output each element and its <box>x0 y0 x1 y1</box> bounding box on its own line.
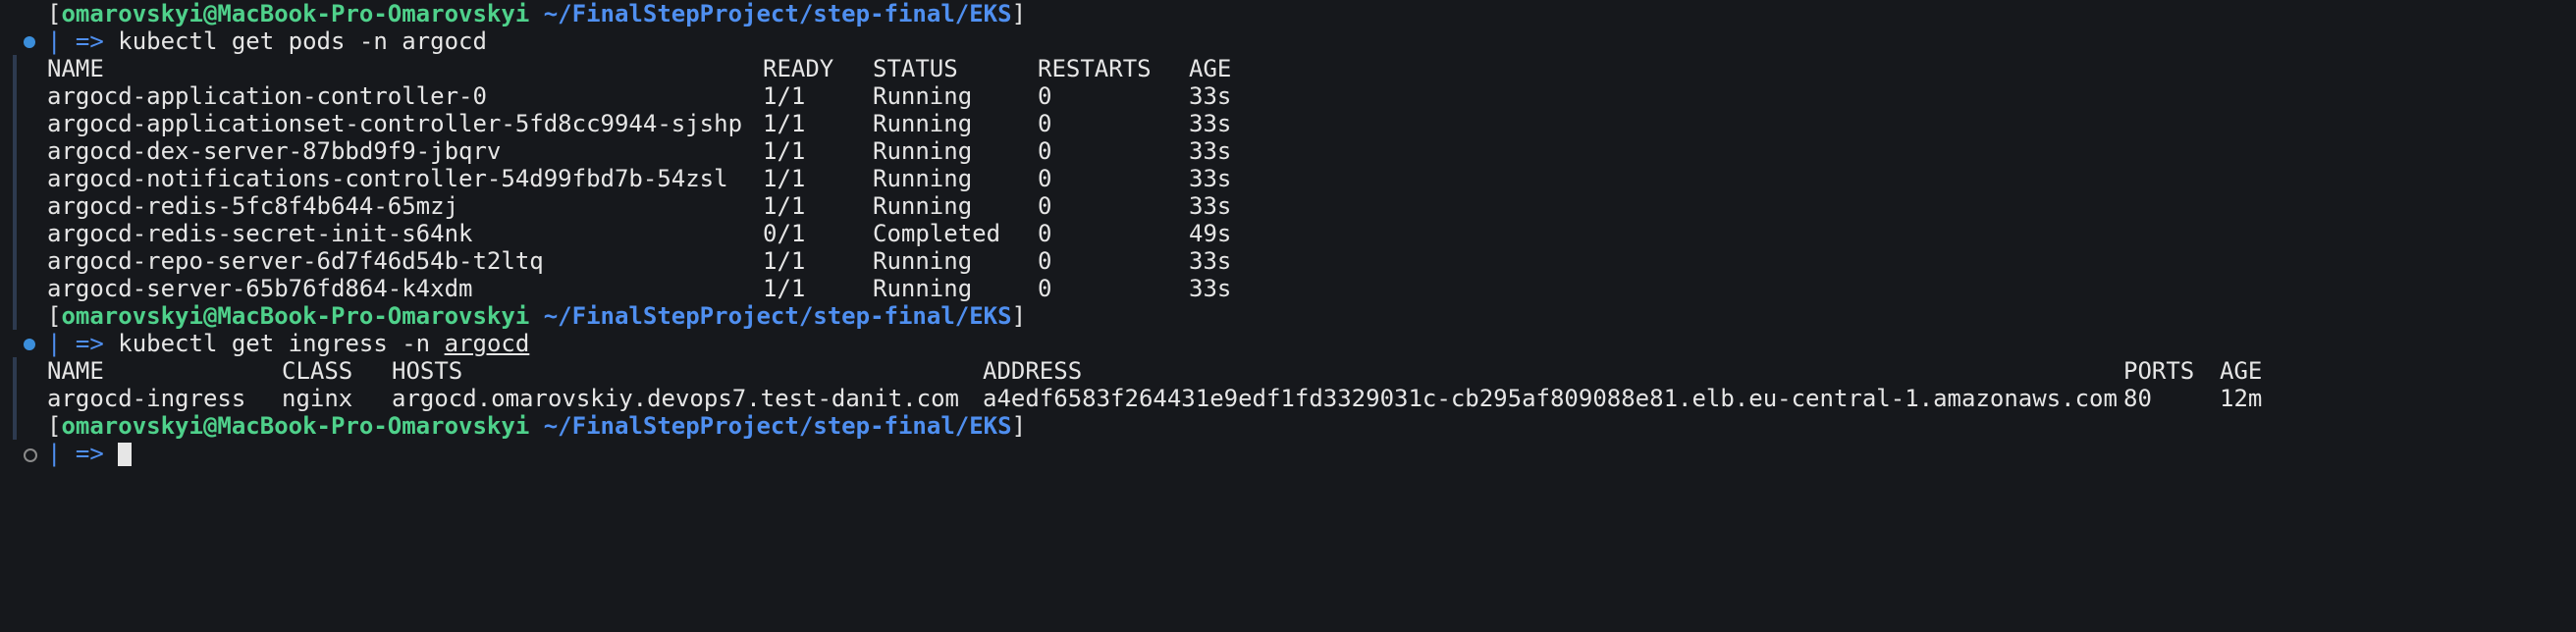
pod-age: 33s <box>1189 165 1232 192</box>
pods-header-row: NAME READY STATUS RESTARTS AGE <box>0 55 1231 82</box>
pod-status: Running <box>873 247 973 275</box>
ingress-address: a4edf6583f264431e9edf1fd3329031c-cb295af… <box>983 385 2118 412</box>
table-row: argocd-dex-server-87bbd9f9-jbqrv 1/1 Run… <box>0 137 1231 165</box>
command-line: | => kubectl get pods -n argocd <box>0 27 487 55</box>
pod-restarts: 0 <box>1038 247 1052 275</box>
table-row: argocd-applicationset-controller-5fd8cc9… <box>0 110 1231 137</box>
command-arg-link[interactable]: argocd <box>445 330 530 357</box>
ingress-header-row: NAME CLASS HOSTS ADDRESS PORTS AGE <box>0 357 2262 385</box>
text-cursor[interactable] <box>118 443 133 466</box>
pod-age: 33s <box>1189 137 1232 165</box>
ingress-col-class-header: CLASS <box>282 357 353 385</box>
pod-ready: 0/1 <box>763 220 806 247</box>
pod-age: 33s <box>1189 192 1232 220</box>
pods-col-age-header: AGE <box>1189 55 1232 82</box>
prompt-user: omarovskyi@MacBook-Pro-Omarovskyi <box>61 412 530 440</box>
prompt-symbol: | => <box>47 27 104 55</box>
ingress-col-ports-header: PORTS <box>2123 357 2195 385</box>
ingress-col-hosts-header: HOSTS <box>392 357 463 385</box>
table-row: argocd-application-controller-0 1/1 Runn… <box>0 82 1231 110</box>
pod-name: argocd-applicationset-controller-5fd8cc9… <box>47 110 743 137</box>
pod-name: argocd-notifications-controller-54d99fbd… <box>47 165 728 192</box>
prompt-path: ~/FinalStepProject/step-final/EKS <box>543 0 1012 27</box>
table-row: argocd-repo-server-6d7f46d54b-t2ltq 1/1 … <box>0 247 1231 275</box>
gutter <box>0 0 43 27</box>
table-row: argocd-redis-secret-init-s64nk 0/1 Compl… <box>0 220 1231 247</box>
prompt-path: ~/FinalStepProject/step-final/EKS <box>543 412 1012 440</box>
prompt-symbol: | => <box>47 440 104 467</box>
table-row: argocd-notifications-controller-54d99fbd… <box>0 165 1231 192</box>
pod-status: Running <box>873 165 973 192</box>
command-status-dot-icon[interactable] <box>24 339 35 350</box>
ingress-class: nginx <box>282 385 353 412</box>
pod-ready: 1/1 <box>763 192 806 220</box>
pod-ready: 1/1 <box>763 137 806 165</box>
command-text: kubectl get ingress -n <box>118 330 445 357</box>
active-command-line[interactable]: | => <box>0 440 133 467</box>
prompt-line: [omarovskyi@MacBook-Pro-Omarovskyi ~/Fin… <box>0 412 1026 440</box>
table-row: argocd-redis-5fc8f4b644-65mzj 1/1 Runnin… <box>0 192 1231 220</box>
ingress-name: argocd-ingress <box>47 385 246 412</box>
pod-status: Running <box>873 192 973 220</box>
table-row: argocd-server-65b76fd864-k4xdm 1/1 Runni… <box>0 275 1231 302</box>
pod-age: 33s <box>1189 275 1232 302</box>
pod-name: argocd-redis-5fc8f4b644-65mzj <box>47 192 459 220</box>
pod-restarts: 0 <box>1038 220 1052 247</box>
pod-status: Running <box>873 82 973 110</box>
ingress-col-address-header: ADDRESS <box>983 357 1083 385</box>
pod-age: 49s <box>1189 220 1232 247</box>
table-row: argocd-ingress nginx argocd.omarovskiy.d… <box>0 385 2262 412</box>
prompt-user: omarovskyi@MacBook-Pro-Omarovskyi <box>61 0 530 27</box>
pod-name: argocd-server-65b76fd864-k4xdm <box>47 275 473 302</box>
pod-restarts: 0 <box>1038 275 1052 302</box>
pod-age: 33s <box>1189 110 1232 137</box>
pod-ready: 1/1 <box>763 165 806 192</box>
ingress-col-name-header: NAME <box>47 357 104 385</box>
pod-name: argocd-redis-secret-init-s64nk <box>47 220 473 247</box>
ingress-age: 12m <box>2220 385 2263 412</box>
pod-name: argocd-application-controller-0 <box>47 82 487 110</box>
pods-col-name-header: NAME <box>47 55 104 82</box>
pod-ready: 1/1 <box>763 110 806 137</box>
pod-restarts: 0 <box>1038 165 1052 192</box>
pod-status: Running <box>873 137 973 165</box>
prompt-line: [omarovskyi@MacBook-Pro-Omarovskyi ~/Fin… <box>0 302 1026 330</box>
ingress-ports: 80 <box>2123 385 2152 412</box>
pods-col-status-header: STATUS <box>873 55 958 82</box>
pods-col-restarts-header: RESTARTS <box>1038 55 1152 82</box>
ingress-host: argocd.omarovskiy.devops7.test-danit.com <box>392 385 959 412</box>
ingress-col-age-header: AGE <box>2220 357 2263 385</box>
pod-ready: 1/1 <box>763 275 806 302</box>
command-status-dot-icon[interactable] <box>24 36 35 48</box>
pod-restarts: 0 <box>1038 82 1052 110</box>
prompt-user: omarovskyi@MacBook-Pro-Omarovskyi <box>61 302 530 330</box>
pod-age: 33s <box>1189 82 1232 110</box>
gutter <box>0 55 43 82</box>
pods-col-ready-header: READY <box>763 55 834 82</box>
pod-status: Running <box>873 275 973 302</box>
command-text: kubectl get pods -n argocd <box>118 27 487 55</box>
pod-restarts: 0 <box>1038 192 1052 220</box>
pod-ready: 1/1 <box>763 82 806 110</box>
gutter <box>0 27 43 55</box>
terminal-output: [omarovskyi@MacBook-Pro-Omarovskyi ~/Fin… <box>0 0 2576 477</box>
prompt-symbol: | => <box>47 330 104 357</box>
pod-status: Completed <box>873 220 1001 247</box>
pod-age: 33s <box>1189 247 1232 275</box>
pod-ready: 1/1 <box>763 247 806 275</box>
pod-status: Running <box>873 110 973 137</box>
command-line: | => kubectl get ingress -n argocd <box>0 330 529 357</box>
pod-restarts: 0 <box>1038 110 1052 137</box>
pod-restarts: 0 <box>1038 137 1052 165</box>
pending-status-dot-icon <box>24 448 37 462</box>
pod-name: argocd-repo-server-6d7f46d54b-t2ltq <box>47 247 544 275</box>
prompt-path: ~/FinalStepProject/step-final/EKS <box>543 302 1012 330</box>
prompt-line: [omarovskyi@MacBook-Pro-Omarovskyi ~/Fin… <box>0 0 1026 27</box>
pod-name: argocd-dex-server-87bbd9f9-jbqrv <box>47 137 502 165</box>
